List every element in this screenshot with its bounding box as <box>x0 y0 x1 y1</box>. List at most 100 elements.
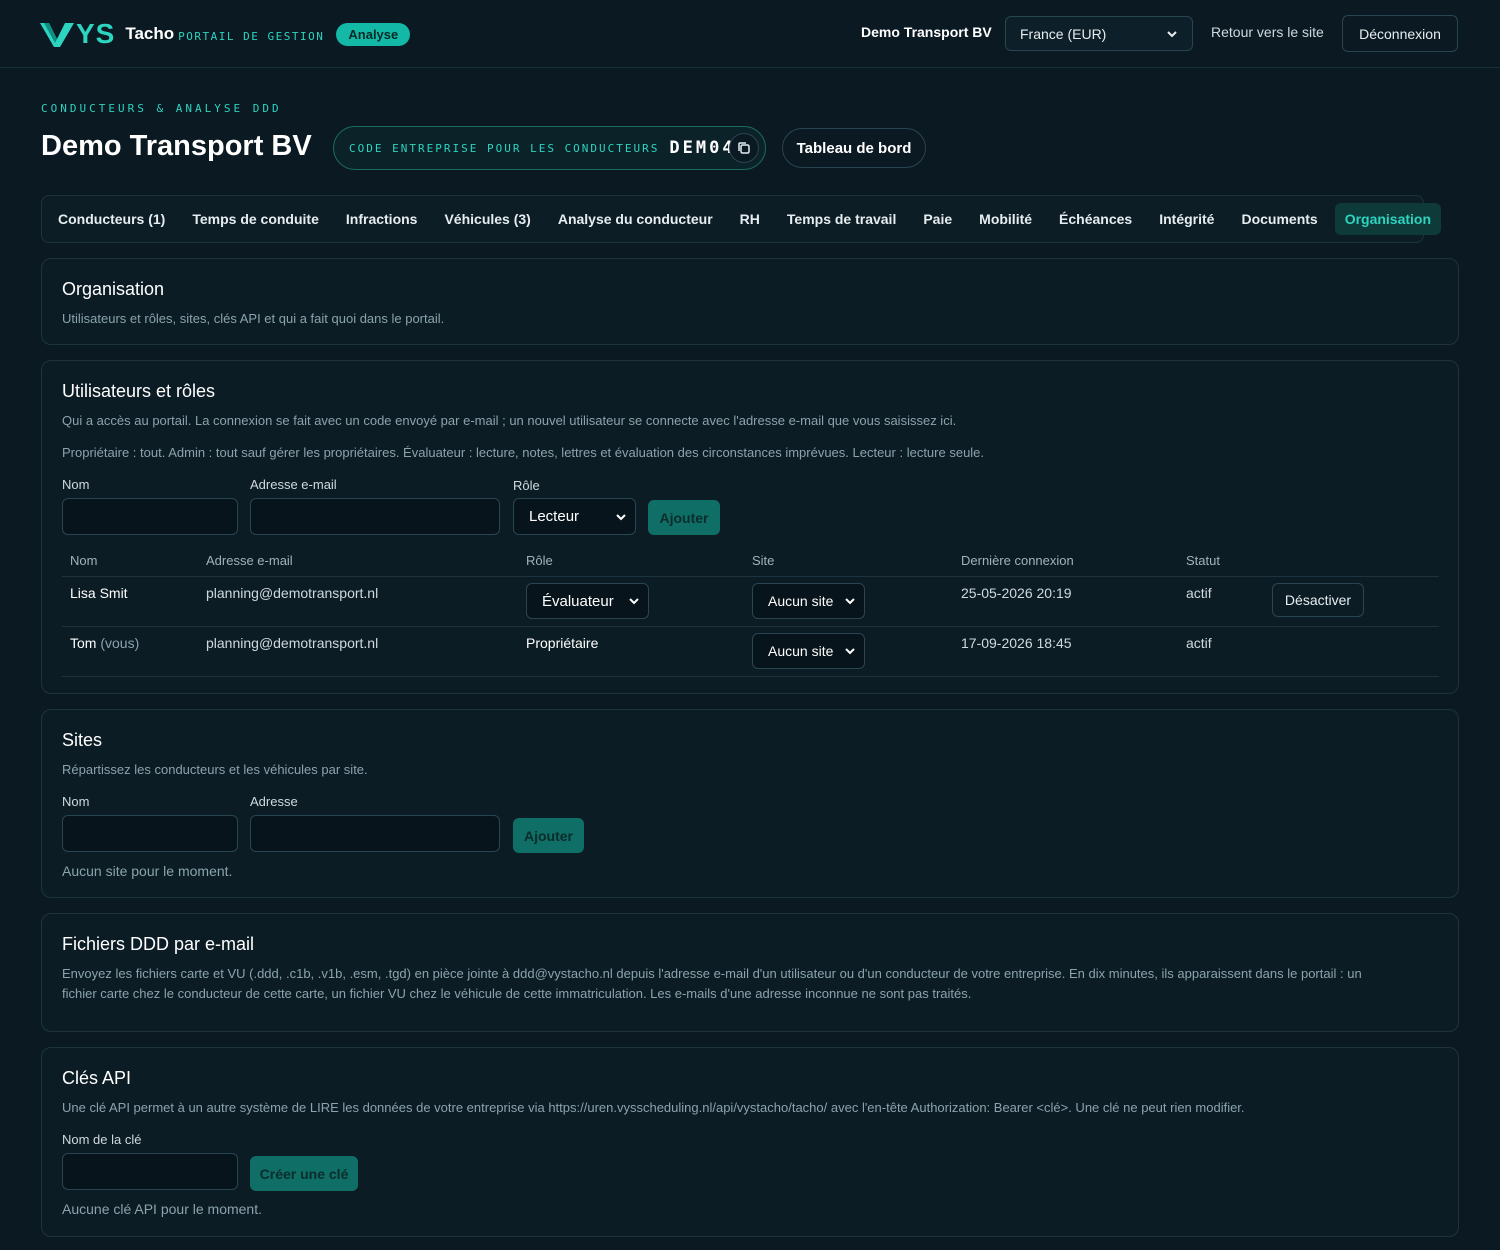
column-header-status: Statut <box>1186 553 1220 568</box>
key-name-label: Nom de la clé <box>62 1132 142 1147</box>
back-to-site-link[interactable]: Retour vers le site <box>1211 24 1324 40</box>
tab-conducteurs-1[interactable]: Conducteurs (1) <box>48 203 175 235</box>
tab-documents[interactable]: Documents <box>1231 203 1327 235</box>
user-role-select[interactable]: Évaluateur <box>526 583 649 619</box>
column-header-role: Rôle <box>526 553 553 568</box>
tab-vehicules-3[interactable]: Véhicules (3) <box>434 203 540 235</box>
column-header-last-login: Dernière connexion <box>961 553 1074 568</box>
current-user-suffix: (vous) <box>100 635 140 651</box>
chevron-down-icon <box>629 598 639 605</box>
role-select[interactable]: Lecteur <box>513 498 636 535</box>
site-address-label: Adresse <box>250 794 298 809</box>
tab-analyse-du-conducteur[interactable]: Analyse du conducteur <box>548 203 723 235</box>
email-label: Adresse e-mail <box>250 477 337 492</box>
chevron-down-icon <box>845 598 855 605</box>
logout-button[interactable]: Déconnexion <box>1342 15 1458 52</box>
chevron-down-icon <box>845 648 855 655</box>
user-site-value: Aucun site <box>768 643 834 659</box>
brand-name: Tacho <box>125 24 175 43</box>
ddd-email-card: Fichiers DDD par e-mail Envoyez les fich… <box>41 913 1459 1032</box>
table-divider <box>62 576 1439 577</box>
api-keys-description: Une clé API permet à un autre système de… <box>62 1100 1245 1115</box>
user-last-login: 17-09-2026 18:45 <box>961 635 1072 651</box>
add-site-button[interactable]: Ajouter <box>513 818 584 853</box>
logo-mark: YS <box>40 18 115 50</box>
deactivate-button[interactable]: Désactiver <box>1272 583 1364 617</box>
user-last-login: 25-05-2026 20:19 <box>961 585 1072 601</box>
section-tabs: Conducteurs (1) Temps de conduite Infracti… <box>41 195 1442 243</box>
site-name-label: Nom <box>62 794 90 809</box>
roles-description: Propriétaire : tout. Admin : tout sauf g… <box>62 445 985 460</box>
organisation-title: Organisation <box>62 279 165 299</box>
user-name-text: Tom <box>70 635 97 651</box>
sites-title: Sites <box>62 730 103 750</box>
table-divider <box>62 676 1439 677</box>
key-name-input[interactable] <box>62 1153 238 1190</box>
role-label: Rôle <box>513 478 540 493</box>
tab-integrite[interactable]: Intégrité <box>1149 203 1224 235</box>
user-site-value: Aucun site <box>768 593 834 609</box>
users-title: Utilisateurs et rôles <box>62 381 216 401</box>
ddd-email-title: Fichiers DDD par e-mail <box>62 934 255 954</box>
sites-card: Sites Répartissez les conducteurs et les… <box>41 709 1459 898</box>
page-title: Demo Transport BV <box>41 130 312 162</box>
name-label: Nom <box>62 477 90 492</box>
create-key-button[interactable]: Créer une clé <box>250 1156 358 1191</box>
analyse-badge: Analyse <box>336 22 411 46</box>
tab-infractions[interactable]: Infractions <box>336 203 428 235</box>
organisation-card: Organisation Utilisateurs et rôles, site… <box>41 258 1459 345</box>
copy-code-button[interactable] <box>729 133 759 163</box>
chevron-down-icon <box>616 513 626 520</box>
user-name: Lisa Smit <box>70 585 128 601</box>
user-site-select[interactable]: Aucun site <box>752 583 865 619</box>
country-select[interactable]: France (EUR) <box>1005 16 1193 51</box>
chevron-down-icon <box>1167 30 1177 37</box>
brand-subtitle: PORTAIL DE GESTION <box>178 29 325 43</box>
column-header-email: Adresse e-mail <box>206 553 293 568</box>
logo-v-icon <box>40 23 74 47</box>
organisation-description: Utilisateurs et rôles, sites, clés API e… <box>62 311 445 326</box>
column-header-name: Nom <box>70 553 98 568</box>
user-role-value: Évaluateur <box>542 592 614 610</box>
tab-echeances[interactable]: Échéances <box>1049 203 1142 235</box>
company-code-pill: CODE ENTREPRISE POUR LES CONDUCTEURS DEM… <box>333 126 766 170</box>
user-site-select[interactable]: Aucun site <box>752 633 865 669</box>
logo-text: YS <box>76 18 116 49</box>
user-status: actif <box>1186 635 1212 651</box>
copy-icon <box>738 142 750 154</box>
users-roles-card: Utilisateurs et rôles Qui a accès au por… <box>41 360 1459 694</box>
logo[interactable]: YS Tacho PORTAIL DE GESTION Analyse <box>40 18 411 50</box>
email-input[interactable] <box>250 498 500 535</box>
user-email: planning@demotransport.nl <box>206 585 379 601</box>
tab-temps-de-conduite[interactable]: Temps de conduite <box>182 203 329 235</box>
site-name-input[interactable] <box>62 815 238 852</box>
country-select-value: France (EUR) <box>1020 25 1107 42</box>
company-code-label: CODE ENTREPRISE POUR LES CONDUCTEURS <box>349 141 660 155</box>
tab-mobilite[interactable]: Mobilité <box>969 203 1042 235</box>
users-description: Qui a accès au portail. La connexion se … <box>62 413 957 428</box>
tab-rh[interactable]: RH <box>730 203 770 235</box>
dashboard-button[interactable]: Tableau de bord <box>782 128 926 168</box>
ddd-email-description-line2: fichier carte chez le conducteur de cett… <box>62 986 972 1001</box>
user-role: Propriétaire <box>526 635 599 651</box>
role-select-value: Lecteur <box>529 508 580 525</box>
column-header-site: Site <box>752 553 775 568</box>
table-divider <box>62 626 1439 627</box>
api-keys-card: Clés API Une clé API permet à un autre s… <box>41 1047 1459 1237</box>
tab-organisation[interactable]: Organisation <box>1334 203 1442 235</box>
tab-paie[interactable]: Paie <box>913 203 962 235</box>
page-eyebrow: CONDUCTEURS & ANALYSE DDD <box>41 102 282 115</box>
user-status: actif <box>1186 585 1212 601</box>
tab-temps-de-travail[interactable]: Temps de travail <box>777 203 906 235</box>
top-bar: YS Tacho PORTAIL DE GESTION Analyse Demo… <box>0 0 1500 68</box>
add-user-button[interactable]: Ajouter <box>648 500 720 535</box>
api-keys-empty-message: Aucune clé API pour le moment. <box>62 1201 262 1217</box>
header-company-name: Demo Transport BV <box>861 24 992 40</box>
user-email: planning@demotransport.nl <box>206 635 379 651</box>
user-name: Tom (vous) <box>70 635 139 651</box>
site-address-input[interactable] <box>250 815 500 852</box>
api-keys-title: Clés API <box>62 1068 132 1088</box>
name-input[interactable] <box>62 498 238 535</box>
sites-description: Répartissez les conducteurs et les véhic… <box>62 762 368 777</box>
ddd-email-description-line1: Envoyez les fichiers carte et VU (.ddd, … <box>62 966 1362 981</box>
